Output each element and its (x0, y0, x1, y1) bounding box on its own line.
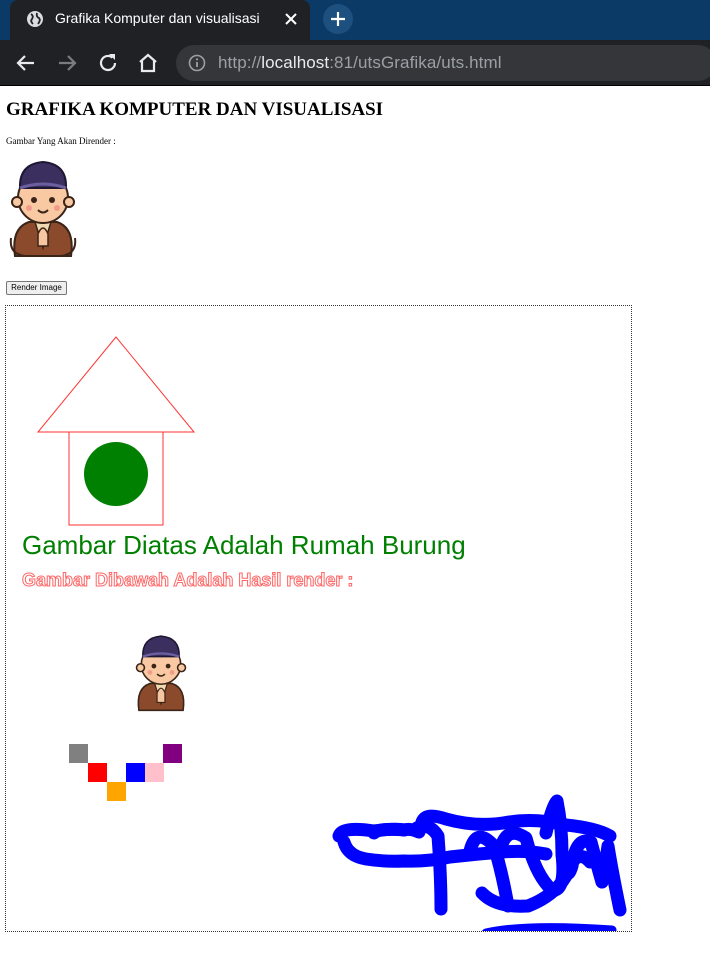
browser-tab[interactable]: Grafika Komputer dan visualisasi (10, 0, 310, 40)
pixel-red (88, 763, 107, 782)
render-image-button[interactable]: Render Image (6, 281, 67, 295)
house-hole-circle (84, 442, 148, 506)
back-arrow-icon[interactable] (14, 51, 38, 75)
pixel-blue (126, 763, 145, 782)
browser-toolbar: http://localhost:81/utsGrafika/uts.html (0, 40, 710, 86)
url-scheme: http:// (218, 53, 262, 72)
url-path: :81/utsGrafika/uts.html (329, 53, 502, 72)
source-boy-illustration (9, 160, 77, 257)
image-caption: Gambar Yang Akan Dirender : (6, 136, 116, 146)
pixel-gray (69, 744, 88, 763)
render-canvas: Gambar Diatas Adalah Rumah Burung Gambar… (5, 305, 632, 932)
browser-tab-strip: Grafika Komputer dan visualisasi (0, 0, 710, 40)
info-icon[interactable] (188, 54, 206, 72)
close-tab-icon[interactable] (281, 9, 301, 29)
canvas-subheading: Gambar Dibawah Adalah Hasil render : (21, 570, 354, 591)
globe-icon (27, 11, 43, 27)
rendered-boy-illustration (135, 635, 187, 712)
page-title: GRAFIKA KOMPUTER DAN VISUALISASI (6, 99, 384, 120)
home-icon[interactable] (136, 51, 160, 75)
canvas-drawing (36, 336, 627, 931)
pixel-purple (163, 744, 182, 763)
pixel-pink (145, 763, 164, 782)
signature-scribble (332, 794, 627, 931)
pixel-orange (107, 782, 126, 801)
url-host: localhost (261, 53, 330, 72)
new-tab-button[interactable] (323, 4, 353, 34)
house-roof (36, 336, 196, 433)
tab-title: Grafika Komputer dan visualisasi (55, 10, 260, 26)
plus-icon (331, 12, 345, 26)
reload-icon[interactable] (96, 51, 120, 75)
address-bar[interactable]: http://localhost:81/utsGrafika/uts.html (176, 45, 710, 81)
canvas-heading: Gambar Diatas Adalah Rumah Burung (22, 530, 466, 560)
url-text: http://localhost:81/utsGrafika/uts.html (218, 53, 502, 73)
forward-arrow-icon[interactable] (55, 51, 79, 75)
